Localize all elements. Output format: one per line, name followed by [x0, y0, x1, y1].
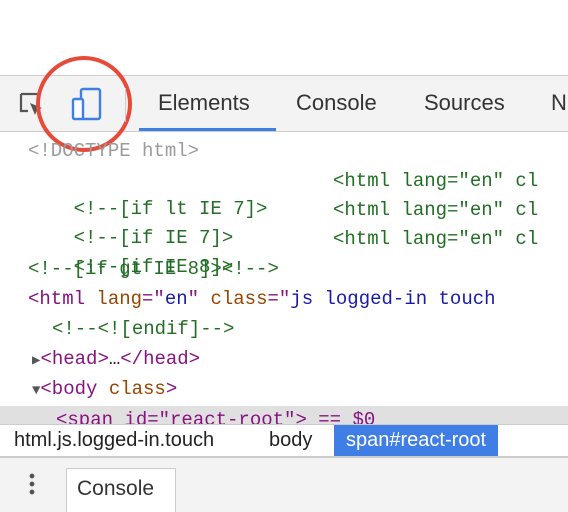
- drawer-tab-console[interactable]: Console: [66, 468, 176, 512]
- dom-tree: <!DOCTYPE html> <!--[if lt IE 7]> <html …: [0, 134, 568, 424]
- more-options-icon[interactable]: [26, 466, 38, 502]
- conditional-html-ie8[interactable]: <html lang="en" cl: [333, 225, 538, 253]
- html-tag: <html: [28, 288, 86, 310]
- body-open-tag: <body: [40, 378, 98, 400]
- conditional-html-lt-ie7[interactable]: <html lang="en" cl: [333, 167, 538, 195]
- attr-value: en: [164, 288, 188, 310]
- tab-elements[interactable]: Elements: [158, 88, 250, 118]
- attr-quote: ": [187, 288, 200, 310]
- conditional-comment-gt-ie8[interactable]: <!--[if gt IE 8]><!-->: [28, 255, 279, 283]
- tab-sources[interactable]: Sources: [424, 88, 505, 118]
- selected-node-line[interactable]: <span id="react-root"> == $0: [0, 406, 568, 424]
- attr-name: class: [199, 288, 268, 310]
- tab-network[interactable]: N: [551, 88, 567, 118]
- attr-eq: =": [267, 288, 291, 310]
- breadcrumb-item-span[interactable]: span#react-root: [334, 425, 499, 456]
- conditional-comment-ie7[interactable]: <!--[if IE 7]>: [28, 196, 234, 249]
- html-element-line[interactable]: <html lang="en" class="js logged-in touc…: [28, 285, 496, 313]
- doctype-line[interactable]: <!DOCTYPE html>: [28, 137, 199, 165]
- breadcrumb-item-body[interactable]: body: [257, 425, 324, 456]
- breadcrumb: html.js.logged-in.touch body span#react-…: [0, 424, 568, 457]
- head-close-tag: </head>: [120, 348, 201, 370]
- toolbar-divider: [125, 88, 126, 122]
- span-node-text: <span id="react-root"> == $0: [56, 409, 376, 424]
- conditional-html-ie7[interactable]: <html lang="en" cl: [333, 196, 538, 224]
- endif-comment-line[interactable]: <!--<![endif]-->: [52, 315, 234, 343]
- breadcrumb-item-html[interactable]: html.js.logged-in.touch: [2, 425, 226, 456]
- head-element-line[interactable]: ▶<head>…</head>: [32, 345, 200, 373]
- attr-name: lang: [85, 288, 143, 310]
- tag-close-bracket: >: [165, 378, 178, 400]
- collapsed-ellipsis: …: [108, 348, 121, 370]
- tab-console[interactable]: Console: [296, 88, 377, 118]
- head-open-tag: <head>: [40, 348, 109, 370]
- active-tab-indicator: [139, 128, 276, 131]
- attr-name: class: [97, 378, 166, 400]
- conditional-comment-lt-ie7[interactable]: <!--[if lt IE 7]>: [28, 167, 268, 220]
- attr-value: js logged-in touch: [290, 288, 496, 310]
- conditional-comment-ie8[interactable]: <!--[if IE 8]>: [28, 225, 234, 278]
- attr-eq: =": [142, 288, 165, 310]
- body-element-line[interactable]: ▼<body class>: [32, 375, 177, 403]
